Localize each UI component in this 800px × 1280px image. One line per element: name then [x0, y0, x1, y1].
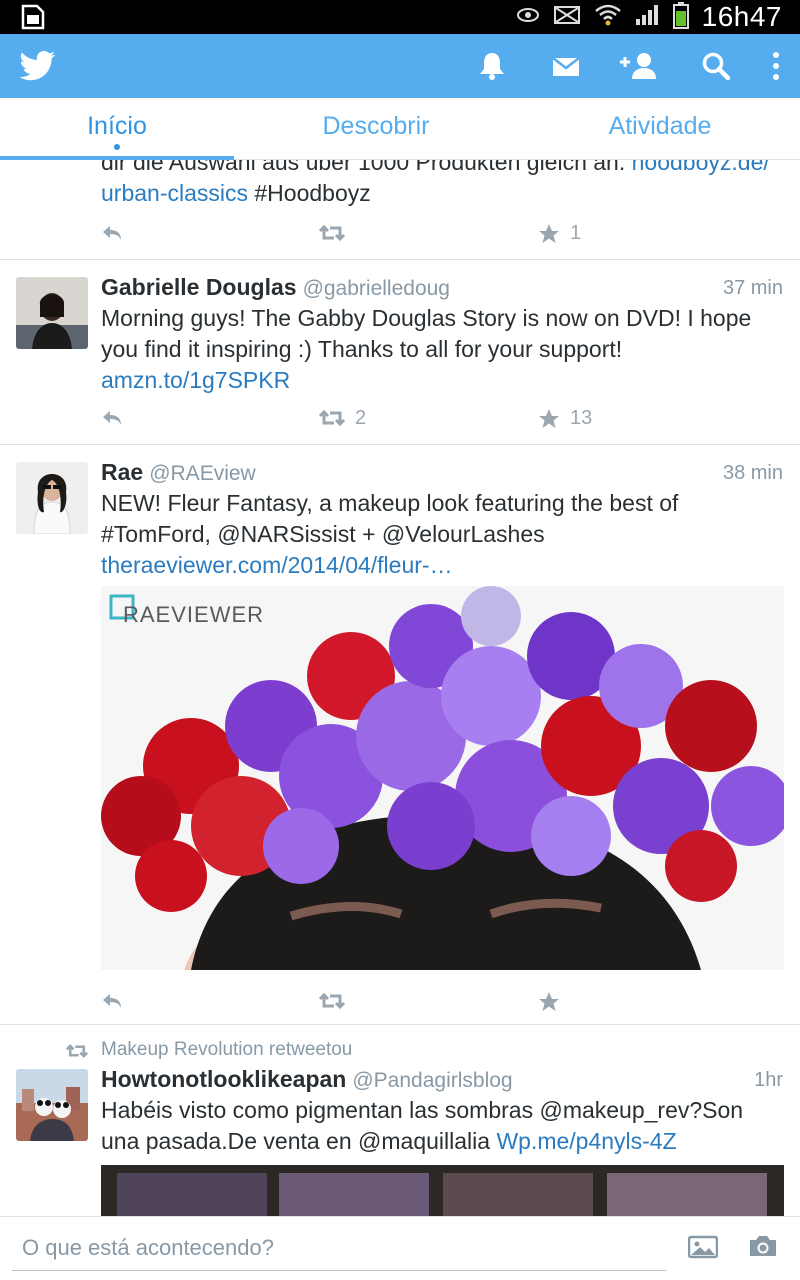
- tweet-handle: @Pandagirlsblog: [352, 1069, 513, 1092]
- tweet-item[interactable]: dir die Auswahl aus über 1000 Produkten …: [0, 160, 800, 260]
- star-icon: [539, 223, 559, 243]
- tweet-media-image[interactable]: RAEVIEWER: [101, 586, 784, 970]
- tab-atividade[interactable]: Atividade: [540, 112, 780, 141]
- retweet-count: 2: [355, 406, 367, 429]
- retweet-icon[interactable]: [319, 218, 345, 248]
- tweet-link[interactable]: urban-classics: [101, 180, 248, 206]
- avatar[interactable]: [16, 277, 88, 349]
- tweet-text: dir die Auswahl aus über 1000 Produkten …: [101, 160, 785, 209]
- status-bar: 16h47: [0, 0, 800, 34]
- wifi-icon: [594, 3, 622, 32]
- avatar[interactable]: [16, 1069, 88, 1141]
- app-bar: [0, 34, 800, 98]
- tweet-item[interactable]: Gabrielle Douglas @gabrielledoug 37 min M…: [0, 260, 800, 445]
- mute-icon: [552, 4, 582, 31]
- reply-icon[interactable]: [101, 986, 123, 1016]
- tweet-handle: @gabrielledoug: [302, 277, 450, 300]
- retweet-icon[interactable]: [319, 986, 345, 1016]
- clock: 16h47: [701, 1, 782, 32]
- favorite-count: 13: [570, 406, 593, 429]
- tweet-author[interactable]: Gabrielle Douglas @gabrielledoug: [101, 274, 450, 301]
- reply-icon[interactable]: [101, 218, 123, 248]
- tweet-link[interactable]: theraeviewer.com/2014/04/fleur-…: [101, 552, 453, 578]
- twitter-bird-icon[interactable]: [18, 34, 58, 98]
- tweet-link[interactable]: amzn.to/1g7SPKR: [101, 367, 290, 393]
- timeline[interactable]: dir die Auswahl aus über 1000 Produkten …: [0, 160, 800, 1216]
- tweet-item[interactable]: Makeup Revolution retweetou Howtonotlook…: [0, 1025, 800, 1216]
- star-icon: [539, 408, 559, 428]
- tweet-text: Habéis visto como pigmentan las sombras …: [101, 1097, 744, 1154]
- tweet-text: NEW! Fleur Fantasy, a makeup look featur…: [101, 490, 679, 578]
- tweet-link[interactable]: Wp.me/p4nyls-4Z: [496, 1128, 676, 1154]
- camera-icon[interactable]: [748, 1233, 778, 1264]
- eye-icon: [516, 6, 540, 29]
- tweet-actions: 2 13: [101, 403, 701, 433]
- active-tab-indicator: [0, 156, 234, 160]
- sim-icon: [20, 4, 46, 35]
- image-icon[interactable]: [687, 1235, 719, 1264]
- tweet-time: 37 min: [722, 277, 783, 299]
- mail-icon[interactable]: [546, 34, 586, 98]
- tweet-author[interactable]: Rae @RAEview: [101, 459, 256, 486]
- tweet-time: 1hr: [754, 1069, 783, 1091]
- overflow-menu-icon[interactable]: [764, 34, 788, 98]
- compose-bar: O que está acontecendo?: [0, 1216, 800, 1280]
- tweet-link[interactable]: hoodboyz.de/: [632, 160, 770, 175]
- active-tab-dot: [114, 144, 120, 150]
- retweet-button[interactable]: 2: [319, 403, 366, 433]
- tweet-actions: [101, 986, 701, 1016]
- favorite-count: 1: [570, 221, 582, 244]
- tweet-time: 38 min: [722, 462, 783, 484]
- avatar[interactable]: [16, 462, 88, 534]
- favorite-button[interactable]: 1: [538, 218, 581, 248]
- star-icon[interactable]: [538, 986, 560, 1016]
- favorite-button[interactable]: 13: [538, 403, 592, 433]
- image-watermark: RAEVIEWER: [123, 602, 264, 627]
- retweet-icon: [65, 1043, 89, 1064]
- add-user-icon[interactable]: [616, 34, 660, 98]
- tweet-author[interactable]: Howtonotlooklikeapan @Pandagirlsblog: [101, 1066, 513, 1093]
- retweet-icon: [319, 409, 345, 427]
- tab-inicio[interactable]: Início: [0, 112, 234, 141]
- retweeted-by-label[interactable]: Makeup Revolution retweetou: [101, 1039, 352, 1061]
- reply-icon[interactable]: [101, 403, 123, 433]
- tweet-actions: 1: [101, 218, 701, 248]
- signal-icon: [634, 3, 660, 32]
- bell-icon[interactable]: [472, 34, 512, 98]
- tweet-text: Morning guys! The Gabby Douglas Story is…: [101, 305, 752, 393]
- battery-icon: [672, 1, 690, 34]
- tab-descobrir[interactable]: Descobrir: [266, 112, 486, 141]
- tweet-handle: @RAEview: [149, 462, 256, 485]
- compose-input[interactable]: O que está acontecendo?: [12, 1227, 666, 1271]
- tab-bar: Início Descobrir Atividade: [0, 98, 800, 160]
- search-icon[interactable]: [698, 34, 734, 98]
- tweet-media-image[interactable]: [101, 1165, 784, 1216]
- tweet-item[interactable]: Rae @RAEview 38 min NEW! Fleur Fantasy, a…: [0, 445, 800, 1025]
